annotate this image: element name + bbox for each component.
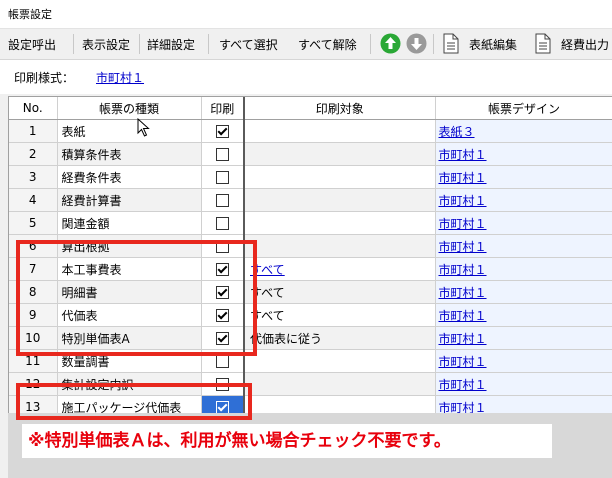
design-cell[interactable]: 市町村１	[435, 280, 612, 304]
design-cell[interactable]: 市町村１	[435, 257, 612, 281]
row-number: 2	[9, 142, 58, 166]
print-target-value: 代価表に従う	[250, 331, 323, 346]
print-target-cell[interactable]	[244, 395, 436, 413]
design-cell[interactable]: 市町村１	[435, 326, 612, 350]
mouse-pointer-icon	[137, 118, 150, 137]
toolbar-separator	[208, 34, 209, 54]
print-checkbox-cell[interactable]	[201, 188, 245, 212]
design-link[interactable]: 市町村１	[439, 148, 487, 162]
print-checkbox[interactable]	[215, 125, 229, 138]
toolbar-separator	[73, 34, 74, 54]
design-cell[interactable]: 市町村１	[435, 234, 612, 258]
row-number: 4	[9, 188, 58, 212]
table-row[interactable]: 3 経費条件表 市町村１	[9, 165, 612, 189]
report-type-cell[interactable]: 積算条件表	[57, 142, 202, 166]
print-style-row: 印刷様式： 市町村１	[0, 60, 612, 94]
design-cell[interactable]: 市町村１	[435, 142, 612, 166]
highlight-box	[16, 240, 257, 356]
design-link[interactable]: 市町村１	[439, 240, 487, 254]
print-target-cell[interactable]	[244, 234, 436, 258]
design-cell[interactable]: 表紙３	[435, 119, 612, 143]
design-cell[interactable]: 市町村１	[435, 211, 612, 235]
window-title: 帳票設定	[8, 8, 52, 21]
table-row[interactable]: 4 経費計算書 市町村１	[9, 188, 612, 212]
print-target-cell[interactable]	[244, 142, 436, 166]
document-icon	[443, 33, 459, 54]
form-edit-button[interactable]: 表紙編集	[469, 36, 517, 53]
column-header-report-type[interactable]: 帳票の種類	[57, 97, 202, 120]
arrow-up-circle-icon[interactable]	[380, 33, 401, 54]
load-settings-button[interactable]: 設定呼出	[8, 36, 56, 53]
select-all-button[interactable]: すべて選択	[219, 36, 278, 53]
print-checkbox[interactable]	[215, 148, 229, 161]
print-checkbox[interactable]	[215, 171, 229, 184]
print-target-cell[interactable]: 代価表に従う	[244, 326, 436, 350]
print-target-cell[interactable]: すべて	[244, 257, 436, 281]
report-type-cell[interactable]: 表紙	[57, 119, 202, 143]
row-number: 3	[9, 165, 58, 189]
design-link[interactable]: 市町村１	[439, 309, 487, 323]
design-link[interactable]: 市町村１	[439, 217, 487, 231]
column-header-print-target[interactable]: 印刷対象	[244, 97, 436, 120]
print-target-cell[interactable]: すべて	[244, 303, 436, 327]
print-checkbox-cell[interactable]	[201, 211, 245, 235]
design-link[interactable]: 市町村１	[439, 171, 487, 185]
highlight-box	[16, 383, 252, 420]
print-target-cell[interactable]	[244, 188, 436, 212]
toolbar: 設定呼出 表示設定 詳細設定 すべて選択 すべて解除 表紙編集 経費出力	[0, 29, 612, 60]
print-style-link[interactable]: 市町村１	[96, 69, 144, 86]
column-header-no[interactable]: No.	[9, 97, 58, 120]
table-row[interactable]: 2 積算条件表 市町村１	[9, 142, 612, 166]
design-cell[interactable]: 市町村１	[435, 303, 612, 327]
row-number: 5	[9, 211, 58, 235]
print-target-cell[interactable]	[244, 119, 436, 143]
detail-settings-button[interactable]: 詳細設定	[147, 36, 195, 53]
design-link[interactable]: 市町村１	[439, 355, 487, 369]
print-target-cell[interactable]	[244, 372, 436, 396]
column-header-design[interactable]: 帳票デザイン	[435, 97, 612, 120]
print-target-cell[interactable]	[244, 211, 436, 235]
report-type-cell[interactable]: 経費計算書	[57, 188, 202, 212]
print-checkbox[interactable]	[215, 194, 229, 207]
print-checkbox[interactable]	[215, 217, 229, 230]
report-type-cell[interactable]: 経費条件表	[57, 165, 202, 189]
document-icon	[535, 33, 551, 54]
title-bar: 帳票設定	[0, 0, 612, 29]
display-settings-button[interactable]: 表示設定	[82, 36, 130, 53]
print-checkbox-cell[interactable]	[201, 119, 245, 143]
design-link[interactable]: 市町村１	[439, 286, 487, 300]
print-style-label: 印刷様式：	[14, 71, 75, 85]
table-header-row: No. 帳票の種類 印刷 印刷対象 帳票デザイン	[9, 97, 612, 120]
print-checkbox[interactable]	[215, 355, 229, 368]
design-cell[interactable]: 市町村１	[435, 188, 612, 212]
design-link[interactable]: 市町村１	[439, 194, 487, 208]
design-link[interactable]: 表紙３	[439, 125, 475, 139]
design-cell[interactable]: 市町村１	[435, 372, 612, 396]
print-target-cell[interactable]: すべて	[244, 280, 436, 304]
table-row[interactable]: 1 表紙 表紙３	[9, 119, 612, 143]
print-target-cell[interactable]	[244, 349, 436, 373]
toolbar-separator	[370, 34, 371, 54]
report-type-cell[interactable]: 関連金額	[57, 211, 202, 235]
design-link[interactable]: 市町村１	[439, 401, 487, 414]
design-cell[interactable]: 市町村１	[435, 349, 612, 373]
cost-output-button[interactable]: 経費出力	[561, 36, 609, 53]
annotation-note: ※特別単価表Ａは、利用が無い場合チェック不要です。	[22, 424, 552, 458]
toolbar-separator	[433, 34, 434, 54]
deselect-all-button[interactable]: すべて解除	[298, 36, 357, 53]
print-target-cell[interactable]	[244, 165, 436, 189]
design-cell[interactable]: 市町村１	[435, 395, 612, 414]
column-header-print[interactable]: 印刷	[201, 97, 245, 120]
print-checkbox-cell[interactable]	[201, 165, 245, 189]
print-checkbox-cell[interactable]	[201, 142, 245, 166]
table-row[interactable]: 5 関連金額 市町村１	[9, 211, 612, 235]
toolbar-separator	[139, 34, 140, 54]
design-link[interactable]: 市町村１	[439, 332, 487, 346]
row-number: 1	[9, 119, 58, 143]
design-link[interactable]: 市町村１	[439, 263, 487, 277]
arrow-down-circle-icon[interactable]	[406, 33, 427, 54]
design-link[interactable]: 市町村１	[439, 378, 487, 392]
design-cell[interactable]: 市町村１	[435, 165, 612, 189]
